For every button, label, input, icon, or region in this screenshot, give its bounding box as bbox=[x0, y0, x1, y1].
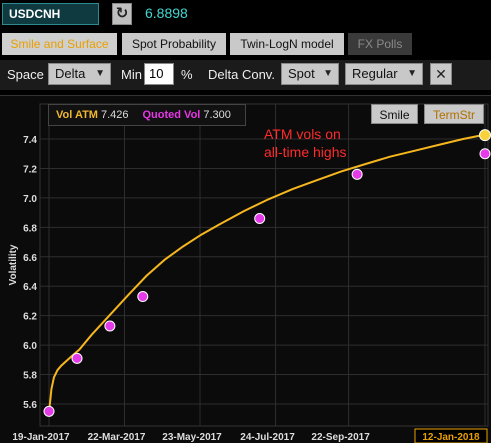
quoted-vol-point bbox=[254, 213, 266, 224]
ticker-field[interactable]: USDCNH bbox=[2, 3, 99, 25]
chevron-down-icon: ▼ bbox=[95, 68, 105, 79]
y-tick-label: 6.0 bbox=[23, 341, 37, 352]
quoted-vol-point bbox=[351, 168, 363, 180]
y-tick-label: 6.6 bbox=[23, 253, 37, 264]
chart-legend: Vol ATM 7.426 Quoted Vol 7.300 bbox=[48, 104, 246, 126]
quoted-vol-point bbox=[137, 291, 149, 303]
min-unit: % bbox=[181, 67, 193, 82]
delta-conv-select-value: Spot bbox=[288, 66, 315, 81]
y-tick-label: 6.4 bbox=[23, 282, 37, 293]
close-button[interactable]: ✕ bbox=[430, 63, 452, 85]
space-select-value: Delta bbox=[55, 66, 86, 81]
term-structure-chart: 5.6 5.8 6.0 6.2 6.4 6.6 6.8 7.0 7.2 7.4 19-Jan-201… bbox=[8, 103, 491, 443]
y-tick-label: 6.2 bbox=[23, 312, 37, 323]
tab-twin-logn-model[interactable]: Twin-LogN model bbox=[230, 33, 344, 55]
x-tick-label: 24-Jul-2017 bbox=[240, 432, 295, 443]
regular-select-value: Regular bbox=[352, 66, 398, 81]
tab-fx-polls: FX Polls bbox=[348, 33, 412, 55]
y-tick-label: 6.8 bbox=[23, 223, 37, 234]
refresh-icon: ↻ bbox=[115, 5, 129, 22]
chevron-down-icon: ▼ bbox=[407, 68, 417, 79]
y-tick-label: 7.0 bbox=[23, 194, 37, 205]
regular-select[interactable]: Regular ▼ bbox=[345, 63, 423, 85]
chevron-down-icon: ▼ bbox=[323, 68, 333, 79]
vol-atm-value: 7.426 bbox=[100, 109, 129, 121]
space-select[interactable]: Delta ▼ bbox=[48, 63, 111, 85]
min-label: Min bbox=[121, 67, 142, 82]
x-tick-label: 19-Jan-2017 bbox=[12, 432, 70, 443]
space-label: Space bbox=[7, 67, 44, 82]
x-tick-label: 12-Jan-2018 bbox=[422, 432, 480, 443]
tab-spot-probability[interactable]: Spot Probability bbox=[122, 33, 226, 55]
vol-atm-label: Vol ATM bbox=[56, 109, 98, 121]
termstr-button[interactable]: TermStr bbox=[424, 104, 484, 124]
refresh-button[interactable]: ↻ bbox=[112, 3, 132, 25]
y-tick-label: 7.2 bbox=[23, 164, 37, 175]
quoted-vol-label: Quoted Vol bbox=[142, 109, 201, 121]
delta-conv-label: Delta Conv. bbox=[208, 67, 275, 82]
y-tick-label: 5.8 bbox=[23, 371, 37, 382]
quoted-vol-point bbox=[71, 352, 83, 364]
spot-price: 6.8898 bbox=[145, 5, 188, 21]
y-tick-label: 7.4 bbox=[23, 135, 37, 146]
tab-smile-and-surface[interactable]: Smile and Surface bbox=[2, 33, 117, 55]
quoted-vol-point bbox=[479, 148, 491, 160]
min-input[interactable]: 10 bbox=[144, 63, 174, 85]
x-tick-label: 22-Mar-2017 bbox=[88, 432, 146, 443]
annotation-line: ATM vols on bbox=[264, 126, 341, 142]
delta-conv-select[interactable]: Spot ▼ bbox=[281, 63, 339, 85]
chart-annotation: ATM vols on all-time highs bbox=[264, 125, 404, 161]
atm-vol-end-point bbox=[479, 129, 491, 142]
close-icon: ✕ bbox=[435, 66, 447, 82]
quoted-vol-point bbox=[43, 405, 55, 417]
annotation-line: all-time highs bbox=[264, 144, 347, 160]
quoted-vol-point bbox=[104, 320, 116, 332]
x-tick-label: 23-May-2017 bbox=[162, 432, 222, 443]
chart-panel: 5.6 5.8 6.0 6.2 6.4 6.6 6.8 7.0 7.2 7.4 19-Jan-201… bbox=[0, 95, 491, 443]
y-tick-label: 5.6 bbox=[23, 400, 37, 411]
smile-button[interactable]: Smile bbox=[371, 104, 418, 124]
y-axis-label: Volatility bbox=[8, 244, 19, 285]
x-tick-label: 22-Sep-2017 bbox=[311, 432, 370, 443]
quoted-vol-value: 7.300 bbox=[203, 109, 231, 121]
